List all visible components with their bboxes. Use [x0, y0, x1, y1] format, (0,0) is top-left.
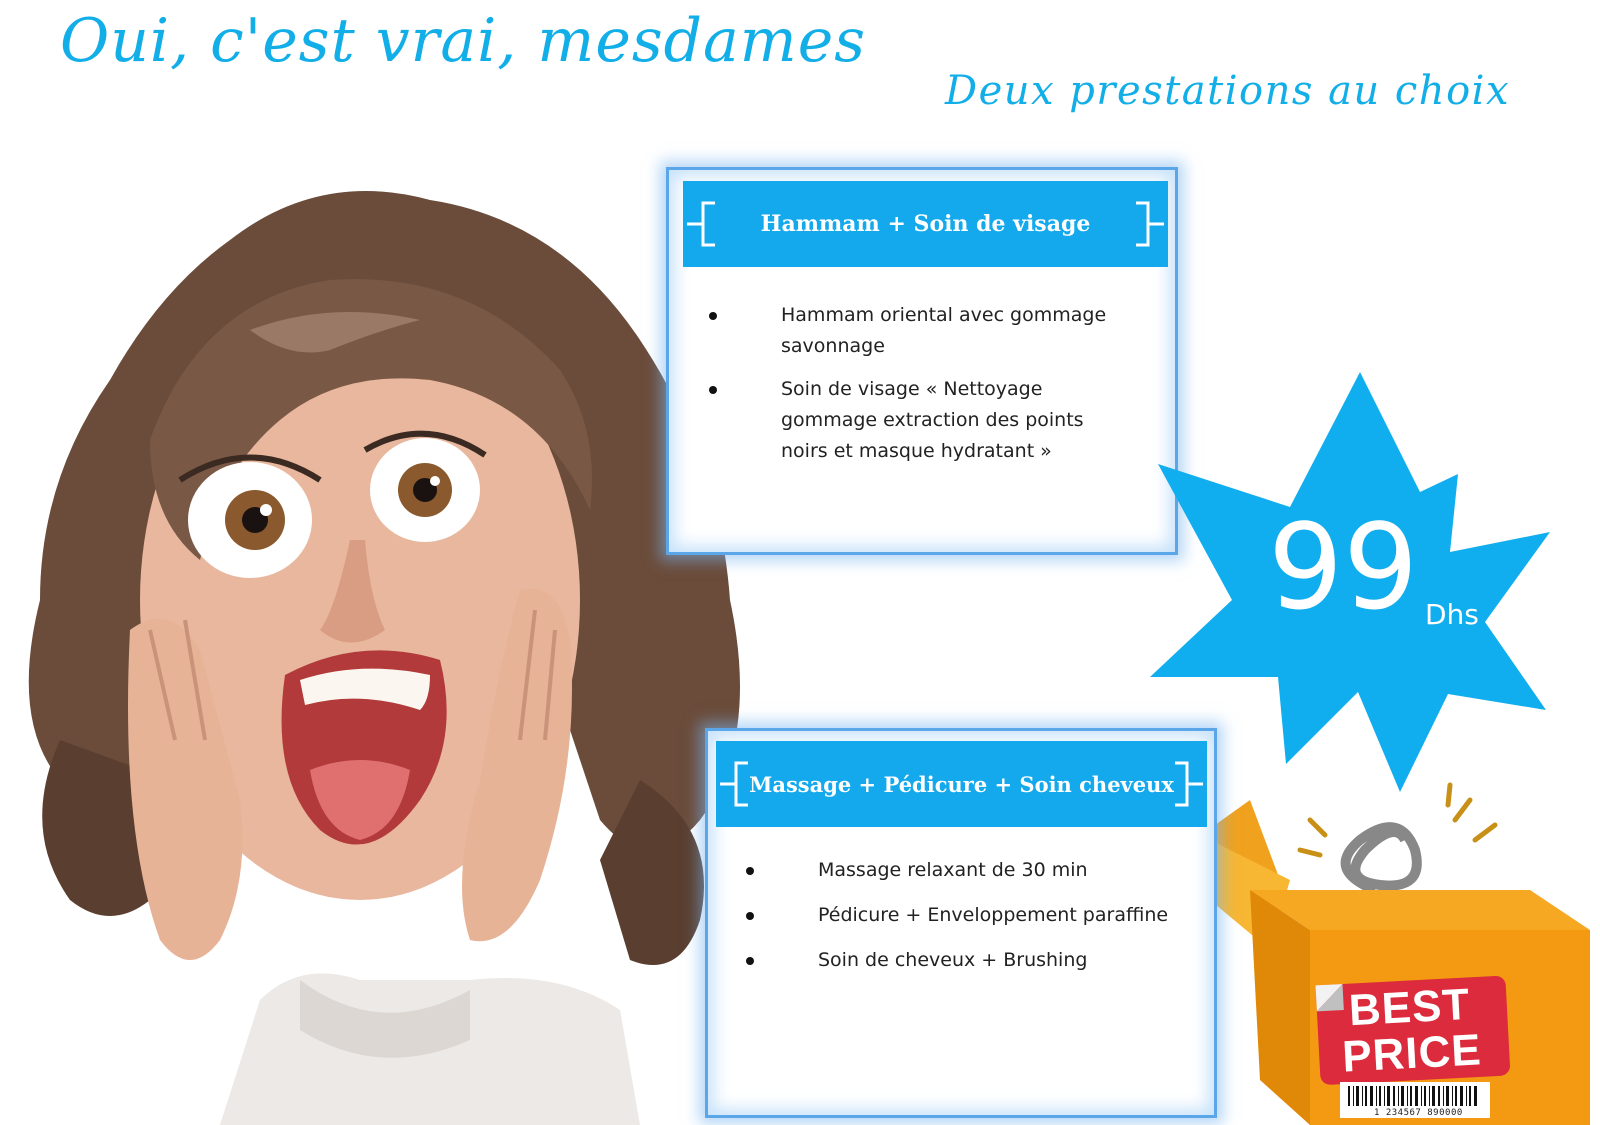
- bullet-icon: [746, 867, 754, 875]
- list-item: Hammam oriental avec gommage savonnage: [709, 300, 1129, 362]
- right-bracket-icon: [1136, 201, 1164, 247]
- offer-card-header: Hammam + Soin de visage: [683, 181, 1168, 267]
- offer-card-title: Massage + Pédicure + Soin cheveux: [749, 771, 1174, 797]
- list-item: Massage relaxant de 30 min: [746, 853, 1186, 887]
- list-item: Soin de visage « Nettoyage gommage extra…: [709, 374, 1129, 467]
- price-value: 99: [1268, 498, 1419, 636]
- barcode-number: 1 234567 890000: [1374, 1108, 1463, 1118]
- offer-card-2: Massage + Pédicure + Soin cheveux Massag…: [705, 728, 1217, 1118]
- offer-items-list: Massage relaxant de 30 min Pédicure + En…: [746, 853, 1186, 988]
- left-bracket-icon: [720, 761, 748, 807]
- bullet-icon: [709, 312, 717, 320]
- list-item-text: Hammam oriental avec gommage savonnage: [781, 304, 1107, 357]
- list-item-text: Pédicure + Enveloppement paraffine: [818, 904, 1169, 926]
- subheadline: Deux prestations au choix: [945, 68, 1510, 114]
- headline: Oui, c'est vrai, mesdames: [60, 6, 866, 76]
- list-item: Pédicure + Enveloppement paraffine: [746, 898, 1186, 932]
- list-item-text: Massage relaxant de 30 min: [818, 859, 1088, 881]
- right-bracket-icon: [1175, 761, 1203, 807]
- bullet-icon: [746, 912, 754, 920]
- offer-items-list: Hammam oriental avec gommage savonnage S…: [709, 300, 1129, 479]
- badge-line-2: PRICE: [1341, 1025, 1483, 1082]
- list-item: Soin de cheveux + Brushing: [746, 943, 1186, 977]
- bullet-icon: [746, 957, 754, 965]
- offer-card-header: Massage + Pédicure + Soin cheveux: [716, 741, 1207, 827]
- list-item-text: Soin de cheveux + Brushing: [818, 949, 1088, 971]
- surprised-woman-illustration: [28, 191, 740, 1125]
- list-item-text: Soin de visage « Nettoyage gommage extra…: [781, 378, 1084, 462]
- offer-card-1: Hammam + Soin de visage Hammam oriental …: [666, 167, 1178, 555]
- best-price-badge: BEST PRICE: [1314, 980, 1509, 1090]
- left-bracket-icon: [687, 201, 715, 247]
- bullet-icon: [709, 386, 717, 394]
- offer-card-title: Hammam + Soin de visage: [760, 211, 1091, 237]
- price-unit: Dhs: [1425, 598, 1479, 631]
